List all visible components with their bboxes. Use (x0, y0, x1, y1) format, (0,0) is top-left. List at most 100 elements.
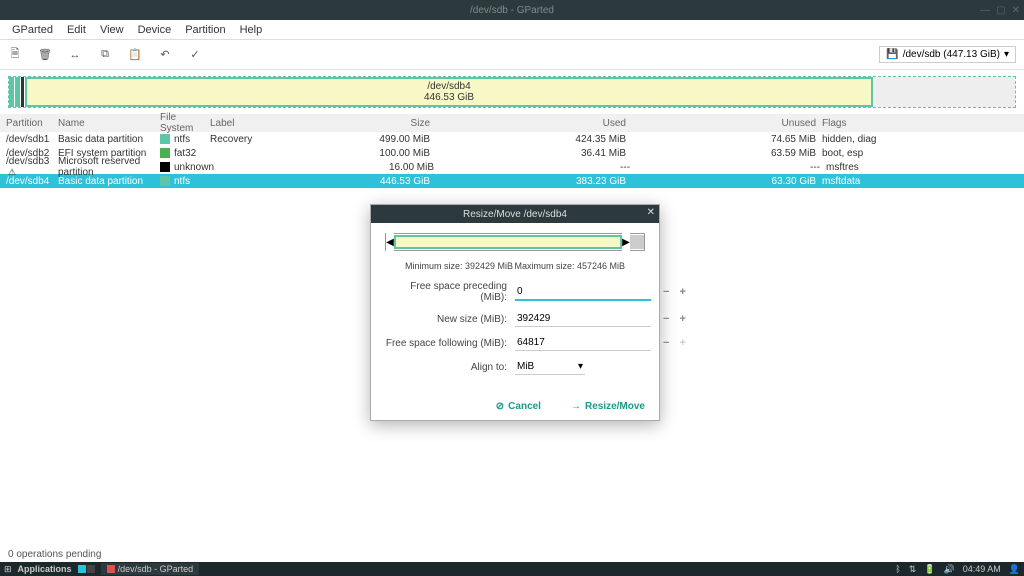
undo-icon[interactable]: ↶ (158, 48, 172, 62)
disk-icon: 💾 (886, 49, 898, 60)
dialog-titlebar: Resize/Move /dev/sdb4 ✕ (371, 205, 659, 223)
fs-color-box (160, 162, 170, 172)
newsize-input[interactable] (515, 311, 651, 327)
cell-filesystem: ntfs (160, 134, 210, 145)
newsize-plus-button[interactable]: + (679, 313, 685, 325)
taskbar-item-label: /dev/sdb - GParted (118, 564, 194, 574)
cancel-button[interactable]: ⊘ Cancel (496, 401, 541, 412)
cell-used: 424.35 MiB (440, 134, 636, 145)
user-icon[interactable]: 👤 (1009, 564, 1020, 575)
dialog-partition-map[interactable]: ◀ ▶ (385, 233, 645, 251)
table-row[interactable]: /dev/sdb1Basic data partitionntfsRecover… (0, 132, 1024, 146)
cell-name: Basic data partition (58, 134, 160, 145)
preceding-minus-button[interactable]: − (663, 286, 669, 298)
table-row[interactable]: /dev/sdb3⚠Microsoft reserved partitionun… (0, 160, 1024, 174)
cell-filesystem: fat32 (160, 148, 210, 159)
resize-icon[interactable]: ↔ (68, 48, 82, 62)
align-value: MiB (517, 361, 534, 372)
partmap-sdb4[interactable]: /dev/sdb4 446.53 GiB (25, 77, 873, 107)
cell-flags: msftres (826, 162, 1018, 173)
toolbar: 🗎 🗑 ↔ ⧉ 📋 ↶ ✓ 💾 /dev/sdb (447.13 GiB) ▾ (0, 40, 1024, 70)
menu-device[interactable]: Device (132, 22, 178, 38)
cell-filesystem: unknown (160, 162, 214, 173)
cancel-label: Cancel (508, 401, 541, 412)
cell-unused: 63.30 GiB (636, 176, 822, 187)
table-header: Partition Name File System Label Size Us… (0, 114, 1024, 132)
col-name[interactable]: Name (58, 118, 160, 129)
col-partition[interactable]: Partition (6, 118, 58, 129)
menu-edit[interactable]: Edit (61, 22, 92, 38)
battery-icon[interactable]: 🔋 (924, 564, 935, 575)
cell-partition: /dev/sdb4 (6, 176, 58, 187)
following-minus-button[interactable]: − (663, 337, 669, 349)
menu-gparted[interactable]: GParted (6, 22, 59, 38)
newsize-label: New size (MiB): (385, 314, 515, 325)
following-plus-button[interactable]: + (679, 337, 685, 349)
menu-partition[interactable]: Partition (179, 22, 231, 38)
workspace-switcher[interactable] (78, 565, 95, 573)
dialog-partition-bar[interactable] (394, 235, 622, 249)
window-title: /dev/sdb - GParted (470, 5, 554, 16)
applications-button[interactable]: Applications (18, 564, 72, 574)
resize-handle-left[interactable]: ◀ (386, 233, 394, 251)
dialog-free-bar (630, 235, 644, 249)
delete-icon[interactable]: 🗑 (38, 48, 52, 62)
partmap-unallocated[interactable] (873, 77, 1015, 107)
cancel-icon: ⊘ (496, 401, 504, 412)
preceding-input[interactable] (515, 284, 651, 301)
cell-partition: /dev/sdb1 (6, 134, 58, 145)
cell-used: 36.41 MiB (440, 148, 636, 159)
newsize-minus-button[interactable]: − (663, 313, 669, 325)
device-selector[interactable]: 💾 /dev/sdb (447.13 GiB) ▾ (879, 46, 1016, 63)
maximize-icon[interactable]: ▢ (996, 5, 1005, 16)
apply-icon[interactable]: ✓ (188, 48, 202, 62)
network-icon[interactable]: ⇅ (909, 564, 917, 575)
partmap-main-label: /dev/sdb4 (427, 81, 470, 92)
cell-filesystem: ntfs (160, 176, 210, 187)
resize-handle-right[interactable]: ▶ (622, 233, 630, 251)
resize-move-button[interactable]: → Resize/Move (571, 401, 645, 412)
max-size-label: Maximum size: 457246 MiB (514, 261, 625, 271)
col-flags[interactable]: Flags (822, 118, 1018, 129)
copy-icon[interactable]: ⧉ (98, 48, 112, 62)
apps-menu-icon[interactable]: ⊞ (4, 564, 12, 575)
cell-name: Basic data partition (58, 176, 160, 187)
clock[interactable]: 04:49 AM (963, 564, 1001, 574)
cell-size: 16.00 MiB (274, 162, 444, 173)
close-icon[interactable]: ✕ (1012, 5, 1020, 16)
arrow-icon: → (571, 401, 581, 412)
menu-view[interactable]: View (94, 22, 130, 38)
chevron-down-icon: ▾ (578, 361, 583, 372)
partition-table: /dev/sdb1Basic data partitionntfsRecover… (0, 132, 1024, 188)
chevron-down-icon: ▾ (1004, 49, 1009, 60)
partition-map[interactable]: /dev/sdb4 446.53 GiB (8, 76, 1016, 108)
window-titlebar: /dev/sdb - GParted — ▢ ✕ (0, 0, 1024, 20)
cell-size: 100.00 MiB (270, 148, 440, 159)
bluetooth-icon[interactable]: ᛒ (895, 564, 900, 574)
following-input[interactable] (515, 335, 651, 351)
menubar: GParted Edit View Device Partition Help (0, 20, 1024, 40)
dialog-close-icon[interactable]: ✕ (647, 207, 655, 218)
table-row[interactable]: /dev/sdb4Basic data partitionntfs446.53 … (0, 174, 1024, 188)
paste-icon[interactable]: 📋 (128, 48, 142, 62)
col-unused[interactable]: Unused (636, 118, 822, 129)
new-icon[interactable]: 🗎 (8, 48, 22, 62)
min-size-label: Minimum size: 392429 MiB (405, 261, 513, 271)
col-size[interactable]: Size (270, 118, 440, 129)
align-select[interactable]: MiB ▾ (515, 359, 585, 375)
preceding-plus-button[interactable]: + (679, 286, 685, 298)
col-filesystem[interactable]: File System (160, 112, 210, 134)
minimize-icon[interactable]: — (980, 5, 990, 16)
dialog-minmax: Minimum size: 392429 MiB Maximum size: 4… (385, 261, 645, 271)
col-label[interactable]: Label (210, 118, 270, 129)
taskbar-item-gparted[interactable]: /dev/sdb - GParted (101, 563, 200, 575)
fs-color-box (160, 176, 170, 186)
menu-help[interactable]: Help (234, 22, 269, 38)
cell-flags: msftdata (822, 176, 1018, 187)
cell-unused: 74.65 MiB (636, 134, 822, 145)
partmap-main-size: 446.53 GiB (424, 92, 474, 103)
volume-icon[interactable]: 🔊 (944, 564, 955, 575)
cell-unused: --- (640, 162, 826, 173)
col-used[interactable]: Used (440, 118, 636, 129)
cell-flags: boot, esp (822, 148, 1018, 159)
